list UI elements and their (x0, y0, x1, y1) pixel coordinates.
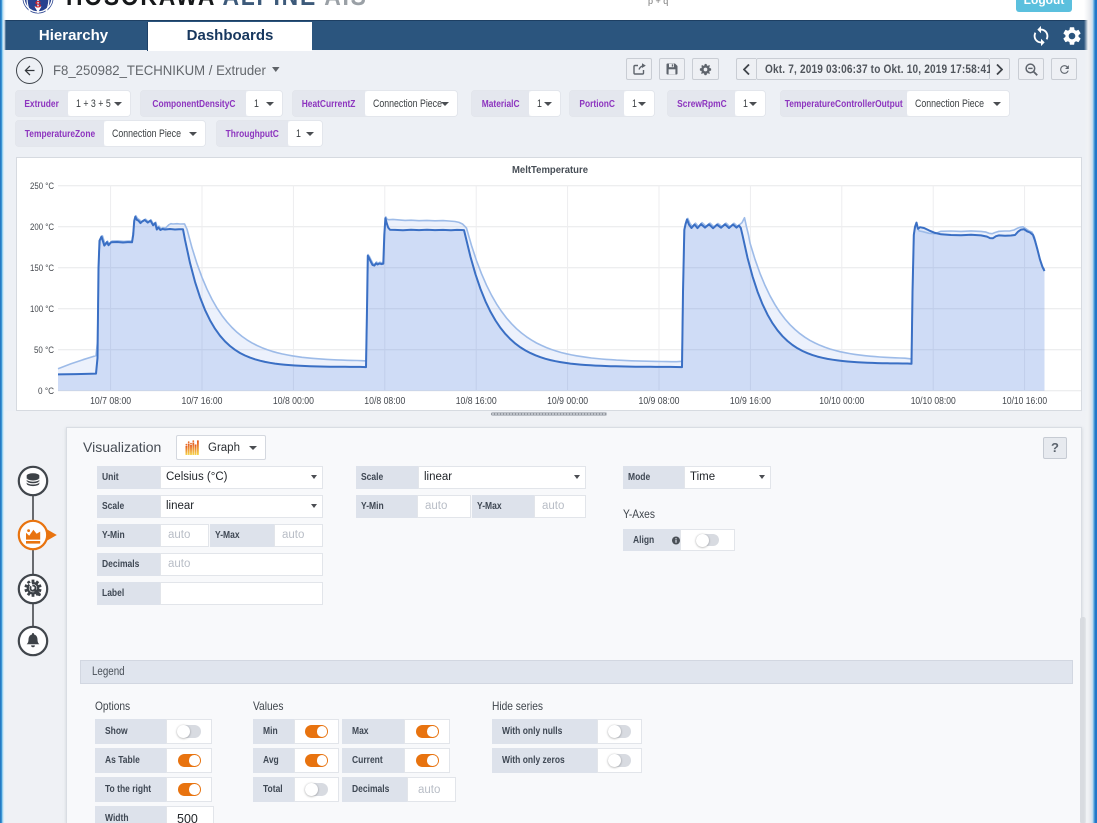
svg-text:10/7 16:00: 10/7 16:00 (182, 396, 223, 407)
svg-text:10/8 08:00: 10/8 08:00 (364, 396, 405, 407)
svg-text:250 °C: 250 °C (30, 181, 54, 192)
svg-text:10/9 00:00: 10/9 00:00 (547, 396, 588, 407)
svg-text:10/7 08:00: 10/7 08:00 (90, 396, 131, 407)
svg-text:100 °C: 100 °C (30, 304, 54, 315)
svg-text:10/9 16:00: 10/9 16:00 (730, 396, 771, 407)
svg-text:50 °C: 50 °C (34, 345, 54, 356)
svg-text:10/8 00:00: 10/8 00:00 (273, 396, 314, 407)
svg-text:10/9 08:00: 10/9 08:00 (639, 396, 680, 407)
svg-text:200 °C: 200 °C (30, 222, 54, 233)
svg-text:10/10 16:00: 10/10 16:00 (1002, 396, 1047, 407)
svg-text:S: S (35, 0, 41, 11)
svg-text:10/10 08:00: 10/10 08:00 (911, 396, 956, 407)
svg-text:10/8 16:00: 10/8 16:00 (456, 396, 497, 407)
svg-text:MeltTemperature: MeltTemperature (512, 164, 588, 176)
svg-text:150 °C: 150 °C (30, 263, 54, 274)
svg-text:10/10 00:00: 10/10 00:00 (819, 396, 864, 407)
svg-text:0 °C: 0 °C (38, 386, 54, 397)
